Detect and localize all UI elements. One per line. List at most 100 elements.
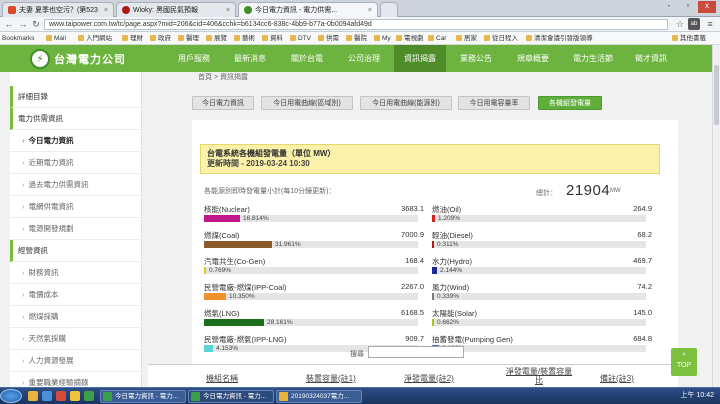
unit-table-header: 機組名稱 裝置容量(註1) 淨發電量(註2) 淨發電量/裝置容量比 備註(註3) <box>148 364 678 387</box>
site-favicon-icon <box>244 6 252 14</box>
nav-item-active[interactable]: 資訊揭露 <box>394 45 446 72</box>
sidebar-item[interactable]: 電力供需資訊 <box>10 108 142 130</box>
taipower-logo[interactable]: ⚡ 台灣電力公司 <box>30 47 126 71</box>
bookmark-item[interactable]: Car <box>428 33 446 44</box>
sidebar-item[interactable]: 天然氣採購 <box>10 328 142 350</box>
bookmark-item[interactable]: 醫院 <box>346 33 367 44</box>
tab-button[interactable]: 今日用電曲線(能源別) <box>360 96 452 110</box>
nav-item[interactable]: 電力生活節 <box>562 45 624 72</box>
bookmark-item[interactable]: 政府 <box>150 33 171 44</box>
bookmark-item[interactable]: Mail <box>46 33 66 44</box>
bookmark-item[interactable]: 醫理 <box>178 33 199 44</box>
back-to-top-button[interactable]: ^ TOP <box>671 348 697 376</box>
start-button[interactable] <box>0 389 22 403</box>
nav-item[interactable]: 規章概要 <box>506 45 560 72</box>
site-favicon-icon <box>122 6 130 14</box>
sidebar-item[interactable]: 電網供電資訊 <box>10 196 142 218</box>
sidebar-item[interactable]: 過去電力供需資訊 <box>10 174 142 196</box>
bookmark-item[interactable]: DTV <box>290 33 311 44</box>
browser-tab-2[interactable]: Wioky: 黑國民氣預報 × <box>116 2 236 17</box>
nav-item[interactable]: 徵才資訊 <box>626 45 676 72</box>
ie-icon[interactable] <box>42 391 52 401</box>
source-name: 燃煤(Coal) <box>204 231 240 240</box>
back-arrow-icon[interactable]: ← <box>3 18 15 30</box>
tab-button[interactable]: 今日電力資訊 <box>192 96 254 110</box>
nav-item[interactable]: 業務公告 <box>448 45 504 72</box>
bookmark-item[interactable]: Bookmarks <box>2 33 35 44</box>
bookmark-item[interactable]: 清潔會議引發版領導 <box>526 33 593 44</box>
source-progress-track: 2.144% <box>432 267 646 274</box>
close-tab-icon[interactable]: × <box>365 7 372 14</box>
search-input[interactable] <box>368 346 464 358</box>
close-tab-icon[interactable]: × <box>101 7 108 14</box>
bookmark-folder-icon <box>206 35 212 41</box>
table-header[interactable]: 備註(註3) <box>600 373 634 384</box>
url-input[interactable]: www.taipower.com.tw/tc/page.aspx?mid=206… <box>44 19 668 30</box>
bookmark-item[interactable]: 居家 <box>456 33 477 44</box>
close-tab-icon[interactable]: × <box>223 7 230 14</box>
browser-tab-1[interactable]: 夫妻 夏季也空污？(第523 × <box>2 2 114 17</box>
chrome-icon[interactable] <box>84 391 94 401</box>
new-tab-button[interactable] <box>380 2 398 17</box>
sidebar-item[interactable]: 重要職業經驗摘錄 <box>10 372 142 387</box>
task-label: 今日電力資訊 - 電力... <box>115 393 179 400</box>
minimize-button[interactable]: - <box>660 1 678 13</box>
table-header[interactable]: 淨發電量/裝置容量比 <box>504 367 574 385</box>
browser-tab-3-active[interactable]: 今日電力資訊 - 電力供需... × <box>238 2 378 17</box>
source-value: 68.2 <box>637 230 652 239</box>
reload-icon[interactable]: ↻ <box>30 18 42 30</box>
source-row: 民營電廠-燃煤(IPP-Coal) 2267.0 10.350% <box>204 282 424 306</box>
table-header[interactable]: 淨發電量(註2) <box>404 373 454 384</box>
source-progress-bar <box>432 293 434 300</box>
menu-icon[interactable]: ≡ <box>704 18 716 30</box>
bookmark-label: 理財 <box>130 35 143 42</box>
bookmark-item[interactable]: 展覽 <box>206 33 227 44</box>
nav-item[interactable]: 關於台電 <box>280 45 334 72</box>
sidebar-item[interactable]: 近期電力資訊 <box>10 152 142 174</box>
taskbar-window-button[interactable]: 今日電力資訊 - 電力... <box>188 390 274 403</box>
bookmark-item[interactable]: 從日程入 <box>484 33 518 44</box>
folder-icon[interactable] <box>70 391 80 401</box>
other-bookmarks[interactable]: 其他書籤 <box>672 33 706 44</box>
source-row: 燃煤(Coal) 7000.9 31.961% <box>204 230 424 254</box>
nav-item[interactable]: 最新消息 <box>222 45 278 72</box>
nav-item[interactable]: 用戶服務 <box>168 45 220 72</box>
tab-button[interactable]: 今日用電曲線(區域別) <box>261 96 353 110</box>
close-window-button[interactable]: x <box>698 1 716 13</box>
table-header[interactable]: 裝置容量(註1) <box>306 373 356 384</box>
taskbar-window-button[interactable]: 20190324037電力... <box>276 390 362 403</box>
table-header[interactable]: 機組名稱 <box>206 373 238 384</box>
sidebar-item[interactable]: 詳細目錄 <box>10 86 142 108</box>
tab-button[interactable]: 今日用電容量率 <box>458 96 530 110</box>
media-icon[interactable] <box>56 391 66 401</box>
sidebar-item[interactable]: 電價成本 <box>10 284 142 306</box>
bookmark-item[interactable]: 理財 <box>122 33 143 44</box>
forward-arrow-icon[interactable]: → <box>17 18 29 30</box>
bookmark-item[interactable]: 電視劇 <box>396 33 424 44</box>
sidebar-item[interactable]: 經營資訊 <box>10 240 142 262</box>
taskbar-window-button[interactable]: 今日電力資訊 - 電力... <box>100 390 186 403</box>
source-percent: 10.350% <box>229 293 255 300</box>
bookmark-item[interactable]: 資料 <box>262 33 283 44</box>
source-percent: 28.161% <box>267 319 293 326</box>
sidebar-item[interactable]: 人力資源發展 <box>10 350 142 372</box>
page-scrollbar[interactable] <box>712 45 720 387</box>
star-icon[interactable]: ☆ <box>674 18 686 30</box>
scrollbar-thumb[interactable] <box>714 65 719 125</box>
tab-button-active[interactable]: 各機組發電量 <box>538 96 602 110</box>
sidebar-item[interactable]: 電源開發規劃 <box>10 218 142 240</box>
source-progress-track: 0.339% <box>432 293 646 300</box>
bookmark-item[interactable]: 藝術 <box>234 33 255 44</box>
explorer-icon[interactable] <box>28 391 38 401</box>
sidebar-item-current[interactable]: 今日電力資訊 <box>10 130 142 152</box>
bookmark-item[interactable]: 入門網站 <box>78 33 112 44</box>
extension-icon[interactable]: ab <box>688 18 700 30</box>
source-progress-bar <box>204 215 240 222</box>
sidebar-item[interactable]: 財務資訊 <box>10 262 142 284</box>
bookmark-item[interactable]: 供需 <box>318 33 339 44</box>
maximize-button[interactable]: ▫ <box>679 1 697 13</box>
bookmark-label: 醫理 <box>186 35 199 42</box>
bookmark-item[interactable]: My <box>374 33 391 44</box>
sidebar-item[interactable]: 燃煤採購 <box>10 306 142 328</box>
nav-item[interactable]: 公司治理 <box>336 45 392 72</box>
